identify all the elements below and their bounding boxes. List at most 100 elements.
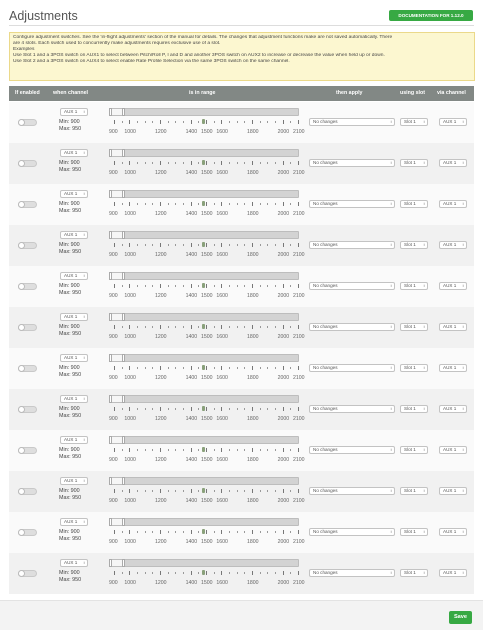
via-channel-select[interactable]: AUX 1 ↕ [439,528,467,536]
channel-select[interactable]: AUX 1 ↕ [60,559,88,567]
via-channel-select[interactable]: AUX 1 ↕ [439,364,467,372]
enable-toggle[interactable] [18,242,37,249]
range-max-handle[interactable] [122,149,125,157]
range-max-handle[interactable] [122,395,125,403]
range-slider-track[interactable] [109,518,299,526]
channel-select[interactable]: AUX 1 ↕ [60,313,88,321]
channel-select[interactable]: AUX 1 ↕ [60,477,88,485]
apply-function-select[interactable]: No changes ↕ [309,405,395,413]
channel-select[interactable]: AUX 1 ↕ [60,395,88,403]
range-slider-track[interactable] [109,313,299,321]
slot-select[interactable]: Slot 1 ↕ [400,446,428,454]
range-min-handle[interactable] [109,190,112,198]
range-slider-track[interactable] [109,108,299,116]
range-max-handle[interactable] [122,313,125,321]
apply-function-select[interactable]: No changes ↕ [309,282,395,290]
range-slider-track[interactable] [109,559,299,567]
slot-select[interactable]: Slot 1 ↕ [400,569,428,577]
enable-toggle[interactable] [18,119,37,126]
scale-tick [121,326,123,328]
via-channel-select[interactable]: AUX 1 ↕ [439,241,467,249]
slot-select[interactable]: Slot 1 ↕ [400,282,428,290]
apply-function-select[interactable]: No changes ↕ [309,159,395,167]
via-channel-select[interactable]: AUX 1 ↕ [439,282,467,290]
range-slider-track[interactable] [109,149,299,157]
range-max-handle[interactable] [122,354,125,362]
enable-toggle[interactable] [18,447,37,454]
range-min-handle[interactable] [109,436,112,444]
slot-select[interactable]: Slot 1 ↕ [400,241,428,249]
range-max-handle[interactable] [122,231,125,239]
slot-select[interactable]: Slot 1 ↕ [400,528,428,536]
range-max-handle[interactable] [122,436,125,444]
enable-toggle[interactable] [18,365,37,372]
via-channel-select[interactable]: AUX 1 ↕ [439,200,467,208]
via-channel-select[interactable]: AUX 1 ↕ [439,159,467,167]
slot-select[interactable]: Slot 1 ↕ [400,487,428,495]
range-min-handle[interactable] [109,559,112,567]
slot-select[interactable]: Slot 1 ↕ [400,159,428,167]
enable-toggle[interactable] [18,406,37,413]
range-min-handle[interactable] [109,108,112,116]
range-min-handle[interactable] [109,518,112,526]
apply-function-select[interactable]: No changes ↕ [309,446,395,454]
apply-function-select[interactable]: No changes ↕ [309,569,395,577]
channel-select[interactable]: AUX 1 ↕ [60,354,88,362]
documentation-button[interactable]: DOCUMENTATION FOR 1.12.0 [389,10,473,21]
apply-function-select[interactable]: No changes ↕ [309,241,395,249]
apply-function-select[interactable]: No changes ↕ [309,200,395,208]
channel-select[interactable]: AUX 1 ↕ [60,149,88,157]
range-slider-track[interactable] [109,272,299,280]
channel-select[interactable]: AUX 1 ↕ [60,108,88,116]
slot-select[interactable]: Slot 1 ↕ [400,323,428,331]
range-min-handle[interactable] [109,231,112,239]
save-button[interactable]: Save [449,611,472,624]
range-slider-track[interactable] [109,190,299,198]
range-slider-track[interactable] [109,477,299,485]
apply-function-select[interactable]: No changes ↕ [309,364,395,372]
range-min-handle[interactable] [109,477,112,485]
channel-select[interactable]: AUX 1 ↕ [60,190,88,198]
range-max-handle[interactable] [122,272,125,280]
slot-select[interactable]: Slot 1 ↕ [400,118,428,126]
enable-toggle[interactable] [18,201,37,208]
via-channel-select[interactable]: AUX 1 ↕ [439,118,467,126]
range-slider-track[interactable] [109,231,299,239]
enable-toggle[interactable] [18,488,37,495]
range-min-handle[interactable] [109,272,112,280]
range-max-handle[interactable] [122,477,125,485]
range-slider-track[interactable] [109,395,299,403]
apply-function-select[interactable]: No changes ↕ [309,487,395,495]
via-channel-select[interactable]: AUX 1 ↕ [439,446,467,454]
range-min-handle[interactable] [109,395,112,403]
enable-toggle[interactable] [18,324,37,331]
range-slider-track[interactable] [109,354,299,362]
channel-select[interactable]: AUX 1 ↕ [60,231,88,239]
range-slider-track[interactable] [109,436,299,444]
range-max-handle[interactable] [122,108,125,116]
enable-toggle[interactable] [18,160,37,167]
apply-function-select[interactable]: No changes ↕ [309,528,395,536]
enable-toggle[interactable] [18,570,37,577]
via-channel-select[interactable]: AUX 1 ↕ [439,323,467,331]
channel-select[interactable]: AUX 1 ↕ [60,518,88,526]
range-min-handle[interactable] [109,313,112,321]
via-channel-select[interactable]: AUX 1 ↕ [439,405,467,413]
slot-select[interactable]: Slot 1 ↕ [400,405,428,413]
scale-tick [129,366,131,370]
enable-toggle[interactable] [18,529,37,536]
apply-function-select[interactable]: No changes ↕ [309,323,395,331]
via-channel-select[interactable]: AUX 1 ↕ [439,569,467,577]
range-min-handle[interactable] [109,354,112,362]
slot-select[interactable]: Slot 1 ↕ [400,200,428,208]
apply-function-select[interactable]: No changes ↕ [309,118,395,126]
channel-select[interactable]: AUX 1 ↕ [60,272,88,280]
channel-select[interactable]: AUX 1 ↕ [60,436,88,444]
via-channel-select[interactable]: AUX 1 ↕ [439,487,467,495]
range-max-handle[interactable] [122,559,125,567]
range-min-handle[interactable] [109,149,112,157]
range-max-handle[interactable] [122,518,125,526]
enable-toggle[interactable] [18,283,37,290]
slot-select[interactable]: Slot 1 ↕ [400,364,428,372]
range-max-handle[interactable] [122,190,125,198]
